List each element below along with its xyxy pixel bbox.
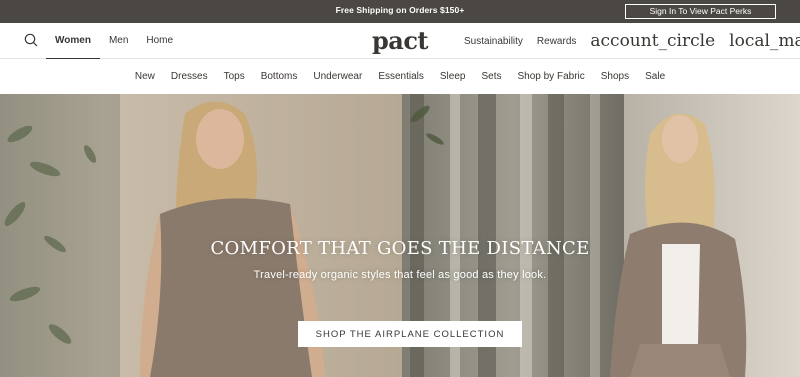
category-dresses[interactable]: Dresses (171, 71, 208, 82)
account-icon[interactable]: account_circle (590, 31, 715, 51)
hero-subtitle: Travel-ready organic styles that feel as… (253, 269, 547, 281)
hero-banner[interactable]: COMFORT THAT GOES THE DISTANCE Travel-re… (0, 94, 800, 377)
shop-airplane-collection-button[interactable]: SHOP THE AIRPLANE COLLECTION (298, 321, 522, 347)
site-header: Women Men Home pact Sustainability Rewar… (0, 23, 800, 60)
hero-title: COMFORT THAT GOES THE DISTANCE (210, 238, 590, 259)
sign-in-perks-button[interactable]: Sign In To View Pact Perks (625, 4, 776, 19)
category-shop-by-fabric[interactable]: Shop by Fabric (517, 71, 584, 82)
category-shops[interactable]: Shops (601, 71, 629, 82)
category-essentials[interactable]: Essentials (378, 71, 424, 82)
category-underwear[interactable]: Underwear (313, 71, 362, 82)
shopping-bag-icon[interactable]: local_mall (729, 31, 800, 51)
nav-sustainability[interactable]: Sustainability (464, 36, 523, 47)
nav-rewards[interactable]: Rewards (537, 36, 576, 47)
category-tops[interactable]: Tops (224, 71, 245, 82)
utility-nav: Sustainability Rewards account_circle lo… (464, 23, 800, 59)
category-sets[interactable]: Sets (481, 71, 501, 82)
category-new[interactable]: New (135, 71, 155, 82)
category-sale[interactable]: Sale (645, 71, 665, 82)
category-bottoms[interactable]: Bottoms (261, 71, 298, 82)
pact-logo[interactable]: pact (372, 26, 429, 55)
promo-bar: Free Shipping on Orders $150+ Sign In To… (0, 0, 800, 23)
category-nav: New Dresses Tops Bottoms Underwear Essen… (0, 59, 800, 94)
category-sleep[interactable]: Sleep (440, 71, 466, 82)
